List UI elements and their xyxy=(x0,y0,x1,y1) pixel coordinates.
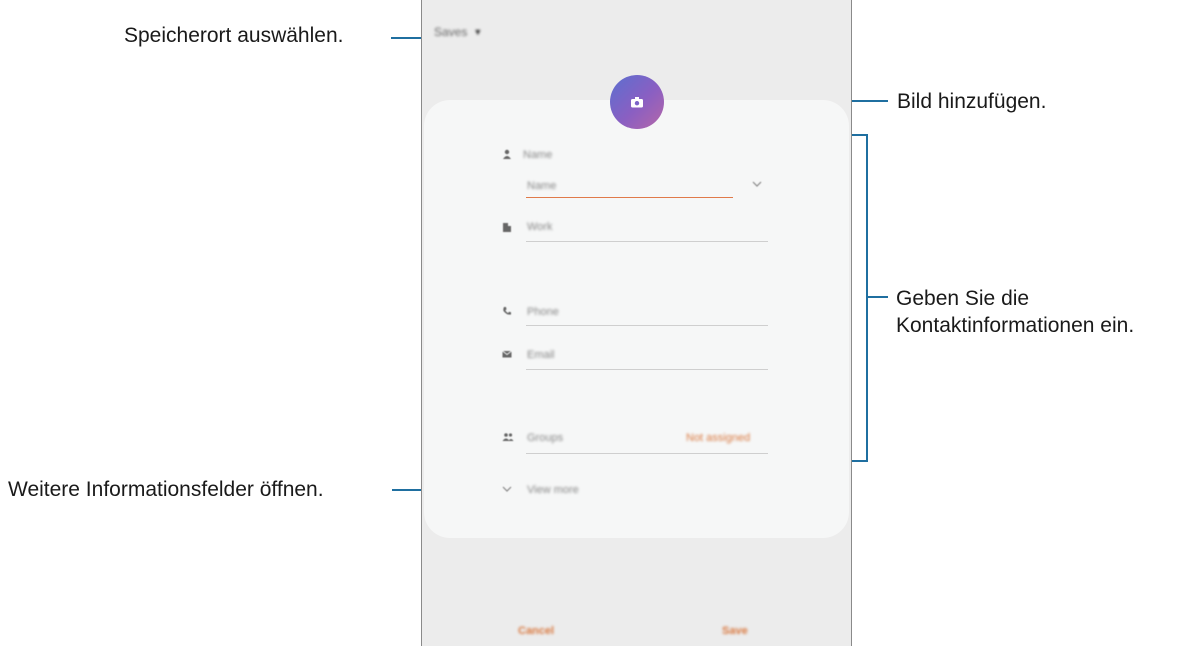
email-field[interactable]: Email xyxy=(527,349,555,361)
email-icon xyxy=(502,349,512,359)
chevron-down-icon[interactable] xyxy=(752,180,762,190)
storage-label: Saves xyxy=(434,25,468,39)
groups-field[interactable]: Groups xyxy=(527,432,563,444)
view-more-link[interactable]: View more xyxy=(527,484,579,496)
phone-field[interactable]: Phone xyxy=(527,306,559,318)
person-icon xyxy=(502,149,512,159)
email-underline xyxy=(526,369,768,370)
name-label: Name xyxy=(523,149,553,161)
annotation-more: Weitere Informationsfelder öffnen. xyxy=(8,478,324,501)
caret-down-icon: ▼ xyxy=(473,27,483,37)
contact-form-card: Name Name Work Phone Email Groups Not as… xyxy=(424,100,849,538)
annotation-picture: Bild hinzufügen. xyxy=(897,90,1047,113)
annotation-contact-line1: Geben Sie die xyxy=(896,287,1030,310)
groups-icon xyxy=(502,432,514,442)
leader-contact xyxy=(866,296,888,298)
groups-underline xyxy=(526,453,768,454)
work-field[interactable]: Work xyxy=(527,221,552,233)
cancel-button[interactable]: Cancel xyxy=(518,625,554,637)
camera-icon xyxy=(631,97,643,108)
name-underline xyxy=(526,197,733,198)
annotation-contact-info: Geben Sie die Kontaktinformationen ein. xyxy=(896,285,1134,339)
bracket-contact xyxy=(866,134,868,462)
phone-screen: Saves ▼ Name Name Work Phone Email Group… xyxy=(421,0,852,646)
annotation-storage: Speicherort auswählen. xyxy=(124,24,344,47)
storage-selector[interactable]: Saves ▼ xyxy=(434,25,482,39)
name-input[interactable]: Name xyxy=(527,180,556,192)
groups-value[interactable]: Not assigned xyxy=(686,432,750,444)
add-picture-button[interactable] xyxy=(610,75,664,129)
phone-icon xyxy=(502,306,512,316)
annotation-contact-line2: Kontaktinformationen ein. xyxy=(896,314,1135,337)
phone-underline xyxy=(526,325,768,326)
building-icon xyxy=(502,222,512,232)
work-underline xyxy=(526,241,768,242)
save-button[interactable]: Save xyxy=(722,625,748,637)
expand-chevron-icon[interactable] xyxy=(502,485,512,495)
